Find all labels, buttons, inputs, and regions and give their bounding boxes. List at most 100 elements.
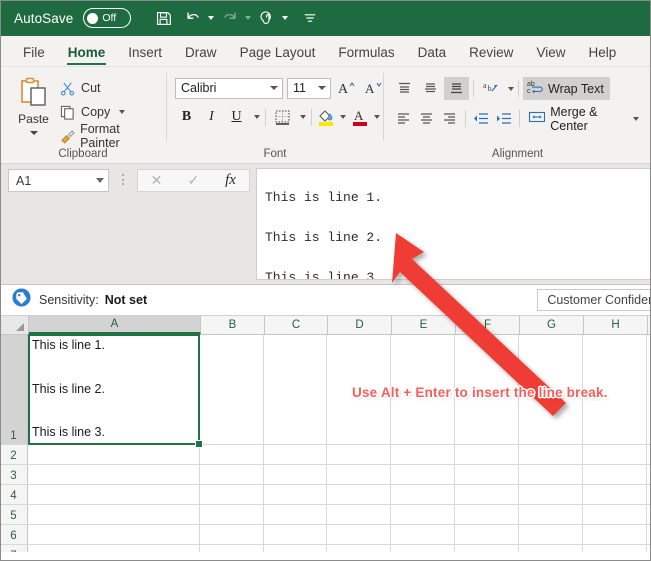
cell-e3[interactable]	[391, 465, 455, 484]
cell-b6[interactable]	[200, 525, 264, 544]
cell-d7[interactable]	[327, 545, 391, 552]
cell-g5[interactable]	[519, 505, 583, 524]
cell-f2[interactable]	[455, 445, 519, 464]
cell-b4[interactable]	[200, 485, 264, 504]
row-header-5[interactable]: 5	[0, 505, 28, 524]
orientation-button[interactable]: ab	[478, 77, 503, 100]
column-header-g[interactable]: G	[520, 316, 584, 334]
tab-page-layout[interactable]: Page Layout	[229, 42, 327, 66]
cell-a3[interactable]	[28, 465, 200, 484]
cell-c5[interactable]	[264, 505, 327, 524]
increase-indent-button[interactable]	[493, 107, 515, 130]
tab-home[interactable]: Home	[57, 42, 117, 66]
column-header-h[interactable]: H	[584, 316, 648, 334]
cell-b7[interactable]	[200, 545, 264, 552]
cell-f5[interactable]	[455, 505, 519, 524]
fill-color-dropdown-caret-icon[interactable]	[340, 115, 346, 119]
column-header-d[interactable]: D	[328, 316, 392, 334]
cell-d6[interactable]	[327, 525, 391, 544]
cell-e6[interactable]	[391, 525, 455, 544]
tab-data[interactable]: Data	[407, 42, 458, 66]
cell-e2[interactable]	[391, 445, 455, 464]
cell-h2[interactable]	[583, 445, 647, 464]
name-box-caret-icon[interactable]	[96, 178, 104, 183]
undo-dropdown-caret-icon[interactable]	[208, 16, 215, 20]
row-header-4[interactable]: 4	[0, 485, 28, 504]
cell-h3[interactable]	[583, 465, 647, 484]
cell-g2[interactable]	[519, 445, 583, 464]
underline-button[interactable]: U	[225, 106, 248, 128]
tab-review[interactable]: Review	[458, 42, 524, 66]
cell-c7[interactable]	[264, 545, 327, 552]
insert-function-icon[interactable]: fx	[216, 172, 246, 189]
cell-h6[interactable]	[583, 525, 647, 544]
fill-color-button[interactable]	[317, 108, 334, 126]
cell-e5[interactable]	[391, 505, 455, 524]
cell-c1[interactable]	[264, 335, 327, 444]
decrease-indent-button[interactable]	[470, 107, 492, 130]
cell-e4[interactable]	[391, 485, 455, 504]
align-middle-button[interactable]	[418, 77, 443, 100]
cell-c3[interactable]	[264, 465, 327, 484]
cell-g3[interactable]	[519, 465, 583, 484]
row-header-1[interactable]: 1	[0, 335, 28, 444]
formula-input[interactable]: This is line 1. This is line 2. This is …	[256, 168, 651, 280]
orientation-dropdown-caret-icon[interactable]	[508, 86, 514, 91]
save-icon[interactable]	[149, 4, 177, 32]
font-color-button[interactable]: A	[351, 108, 368, 126]
tab-view[interactable]: View	[525, 42, 576, 66]
cell-h4[interactable]	[583, 485, 647, 504]
cell-c2[interactable]	[264, 445, 327, 464]
cell-f7[interactable]	[455, 545, 519, 552]
align-center-button[interactable]	[415, 107, 437, 130]
cancel-icon[interactable]: ✕	[142, 172, 172, 189]
cell-d5[interactable]	[327, 505, 391, 524]
font-color-dropdown-caret-icon[interactable]	[374, 115, 380, 119]
touch-mode-dropdown-caret-icon[interactable]	[282, 16, 289, 20]
customize-quick-access-toolbar-icon[interactable]	[296, 4, 324, 32]
increase-font-size-button[interactable]: A	[335, 77, 358, 99]
align-left-button[interactable]	[392, 107, 414, 130]
decrease-font-size-button[interactable]: A	[362, 77, 385, 99]
cell-a6[interactable]	[28, 525, 200, 544]
cell-b5[interactable]	[200, 505, 264, 524]
cell-a7[interactable]	[28, 545, 200, 552]
column-header-e[interactable]: E	[392, 316, 456, 334]
underline-dropdown-caret-icon[interactable]	[254, 115, 260, 119]
font-size-caret-icon[interactable]	[318, 86, 326, 90]
align-bottom-button[interactable]	[444, 77, 469, 100]
cell-d2[interactable]	[327, 445, 391, 464]
italic-button[interactable]: I	[200, 106, 223, 128]
paste-dropdown-caret-icon[interactable]	[29, 131, 38, 135]
cell-f3[interactable]	[455, 465, 519, 484]
tab-help[interactable]: Help	[577, 42, 627, 66]
select-all-corner[interactable]	[0, 316, 29, 334]
font-name-caret-icon[interactable]	[270, 86, 278, 90]
cell-b3[interactable]	[200, 465, 264, 484]
column-header-a[interactable]: A	[29, 316, 201, 334]
cell-h7[interactable]	[583, 545, 647, 552]
tab-formulas[interactable]: Formulas	[327, 42, 405, 66]
tab-draw[interactable]: Draw	[174, 42, 228, 66]
format-painter-button[interactable]: Format Painter	[59, 122, 158, 150]
formula-bar-grip[interactable]	[122, 174, 124, 185]
cell-g6[interactable]	[519, 525, 583, 544]
cell-h5[interactable]	[583, 505, 647, 524]
cell-g4[interactable]	[519, 485, 583, 504]
font-size-combo[interactable]: 11	[287, 77, 331, 99]
name-box[interactable]: A1	[8, 169, 109, 192]
cell-e7[interactable]	[391, 545, 455, 552]
column-header-c[interactable]: C	[265, 316, 328, 334]
cell-b2[interactable]	[200, 445, 264, 464]
copy-dropdown-caret-icon[interactable]	[119, 110, 126, 114]
undo-icon[interactable]	[179, 4, 207, 32]
fill-handle[interactable]	[195, 440, 203, 448]
cell-c4[interactable]	[264, 485, 327, 504]
align-top-button[interactable]	[392, 77, 417, 100]
wrap-text-button[interactable]: ab c Wrap Text	[523, 77, 610, 100]
cell-g7[interactable]	[519, 545, 583, 552]
merge-center-dropdown-caret-icon[interactable]	[633, 116, 640, 121]
cell-a4[interactable]	[28, 485, 200, 504]
column-header-f[interactable]: F	[456, 316, 520, 334]
cell-d4[interactable]	[327, 485, 391, 504]
